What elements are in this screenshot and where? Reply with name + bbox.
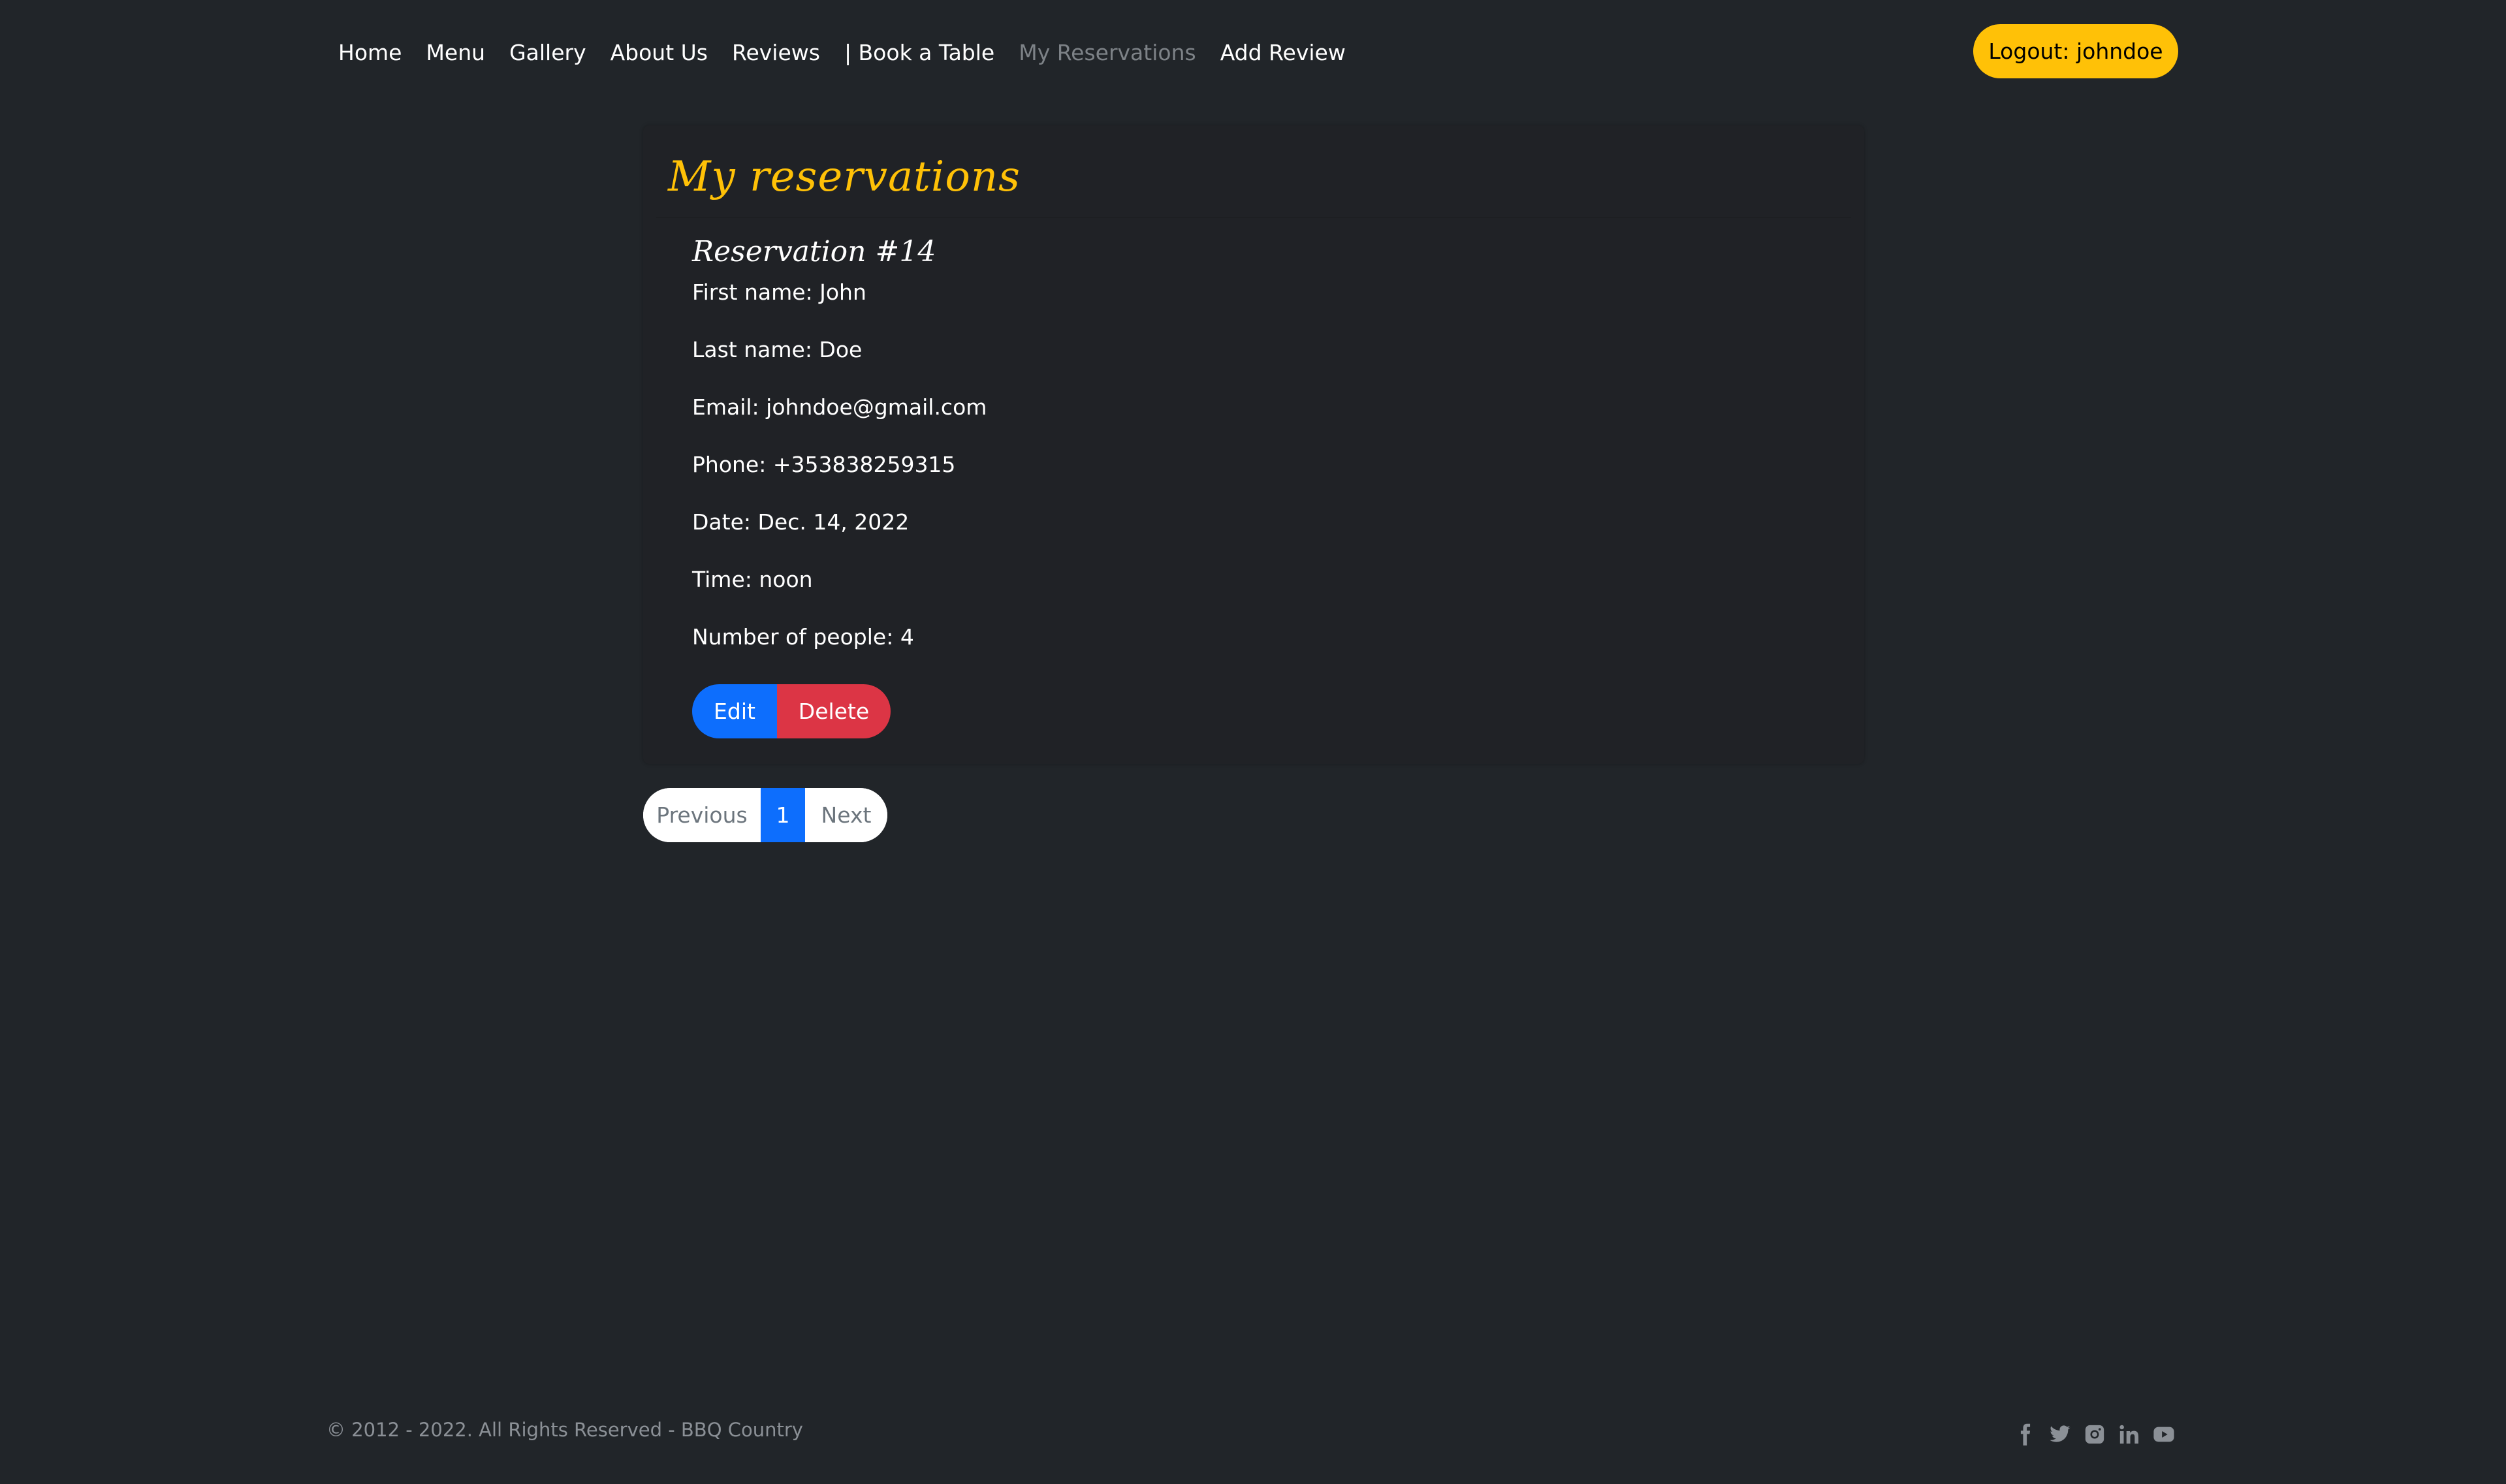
- last-name-field: Last name: Doe: [692, 337, 863, 362]
- nav-menu-link[interactable]: Menu: [426, 40, 485, 65]
- reservation-card: Reservation #14 First name: John Last na…: [669, 223, 1838, 746]
- nav-my-reservations-link[interactable]: My Reservations: [1019, 40, 1196, 65]
- page-title: My reservations: [668, 153, 1021, 201]
- pagination-page-1[interactable]: 1: [761, 788, 805, 842]
- email-field: Email: johndoe@gmail.com: [692, 394, 987, 420]
- footer-copyright: © 2012 - 2022. All Rights Reserved - BBQ…: [326, 1419, 803, 1441]
- number-of-people-field: Number of people: 4: [692, 624, 914, 650]
- reservations-section: My reservations Reservation #14 First na…: [643, 125, 1864, 764]
- twitter-icon[interactable]: [2049, 1423, 2071, 1445]
- nav-add-review-link[interactable]: Add Review: [1220, 40, 1346, 65]
- title-divider: [656, 217, 1851, 218]
- nav-about-us-link[interactable]: About Us: [611, 40, 708, 65]
- delete-button[interactable]: Delete: [777, 684, 891, 738]
- linkedin-icon[interactable]: [2118, 1423, 2140, 1445]
- pagination-next[interactable]: Next: [805, 788, 887, 842]
- phone-field: Phone: +353838259315: [692, 452, 956, 477]
- pagination-previous[interactable]: Previous: [643, 788, 761, 842]
- pagination: Previous 1 Next: [643, 788, 887, 842]
- nav-book-table-link[interactable]: | Book a Table: [844, 40, 994, 65]
- nav-home-link[interactable]: Home: [338, 40, 402, 65]
- date-field: Date: Dec. 14, 2022: [692, 509, 910, 535]
- time-field: Time: noon: [692, 567, 813, 592]
- instagram-icon[interactable]: [2084, 1423, 2106, 1445]
- youtube-icon[interactable]: [2153, 1423, 2175, 1445]
- nav-gallery-link[interactable]: Gallery: [509, 40, 586, 65]
- logout-button[interactable]: Logout: johndoe: [1973, 24, 2178, 78]
- top-navbar: Home Menu Gallery About Us Reviews | Boo…: [0, 0, 2506, 103]
- edit-button[interactable]: Edit: [692, 684, 777, 738]
- nav-links: Home Menu Gallery About Us Reviews | Boo…: [338, 31, 1346, 73]
- nav-reviews-link[interactable]: Reviews: [732, 40, 820, 65]
- reservation-title: Reservation #14: [692, 235, 936, 268]
- social-links: [2014, 1422, 2175, 1447]
- facebook-icon[interactable]: [2014, 1423, 2037, 1445]
- first-name-field: First name: John: [692, 279, 866, 305]
- reservation-actions: Edit Delete: [692, 684, 891, 738]
